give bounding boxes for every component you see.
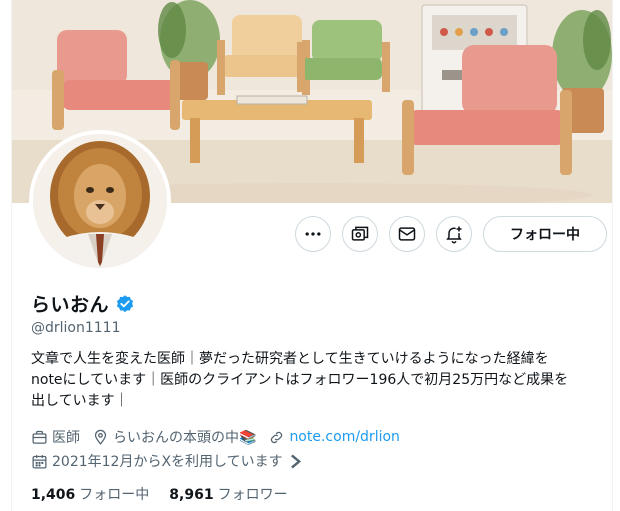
followers-stat[interactable]: 8,961 フォロワー <box>169 484 287 504</box>
bio: 文章で人生を変えた医師｜夢だった研究者として生きていけるようになった経緯を no… <box>31 349 606 412</box>
follow-stats: 1,406 フォロー中 8,961 フォロワー <box>31 484 308 504</box>
verified-badge-icon[interactable] <box>115 294 135 314</box>
chevron-right-icon <box>290 453 301 469</box>
handle: @drlion1111 <box>31 320 121 336</box>
more-icon <box>305 232 321 236</box>
website[interactable]: note.com/drlion <box>268 429 400 446</box>
avatar[interactable] <box>29 130 171 272</box>
location-pin-icon <box>94 429 107 445</box>
bio-line: 文章で人生を変えた医師｜夢だった研究者として生きていけるようになった経緯を <box>31 351 549 367</box>
notify-button[interactable] <box>436 216 472 252</box>
avatar-image <box>33 134 167 268</box>
following-stat[interactable]: 1,406 フォロー中 <box>31 484 149 504</box>
followers-count: 8,961 <box>169 487 214 503</box>
joined-label: 2021年12月からXを利用しています <box>52 454 283 470</box>
location: らいおんの本頭の中📚 <box>92 427 256 447</box>
name-row: らいおん <box>31 290 135 317</box>
calendar-icon <box>32 454 47 469</box>
subscribe-icon <box>351 226 369 241</box>
more-button[interactable] <box>295 216 331 252</box>
subscribe-button[interactable] <box>342 216 378 252</box>
following-count: 1,406 <box>31 487 76 503</box>
following-label: フォロー中 <box>79 487 150 503</box>
message-button[interactable] <box>389 216 425 252</box>
link-icon <box>271 431 283 443</box>
joined-date[interactable]: 2021年12月からXを利用しています <box>31 451 308 471</box>
occupation-label: 医師 <box>52 430 80 446</box>
bell-plus-icon <box>446 226 462 244</box>
bio-line: noteにしています｜医師のクライアントはフォロワー196人で初月25万円など成… <box>31 372 569 388</box>
followers-label: フォロワー <box>217 487 288 503</box>
right-border <box>612 0 613 511</box>
bio-line: 出しています｜ <box>31 393 129 409</box>
display-name: らいおん <box>31 294 110 316</box>
briefcase-icon <box>32 430 47 444</box>
profile-actions: フォロー中 <box>295 216 607 252</box>
following-button[interactable]: フォロー中 <box>483 216 607 252</box>
location-label: らいおんの本頭の中📚 <box>113 430 257 446</box>
website-link[interactable]: note.com/drlion <box>289 429 399 445</box>
mail-icon <box>398 227 416 241</box>
profile-meta: 医師 らいおんの本頭の中📚 note.com/drlion 2021年12月から… <box>31 426 412 472</box>
occupation: 医師 <box>31 427 80 447</box>
